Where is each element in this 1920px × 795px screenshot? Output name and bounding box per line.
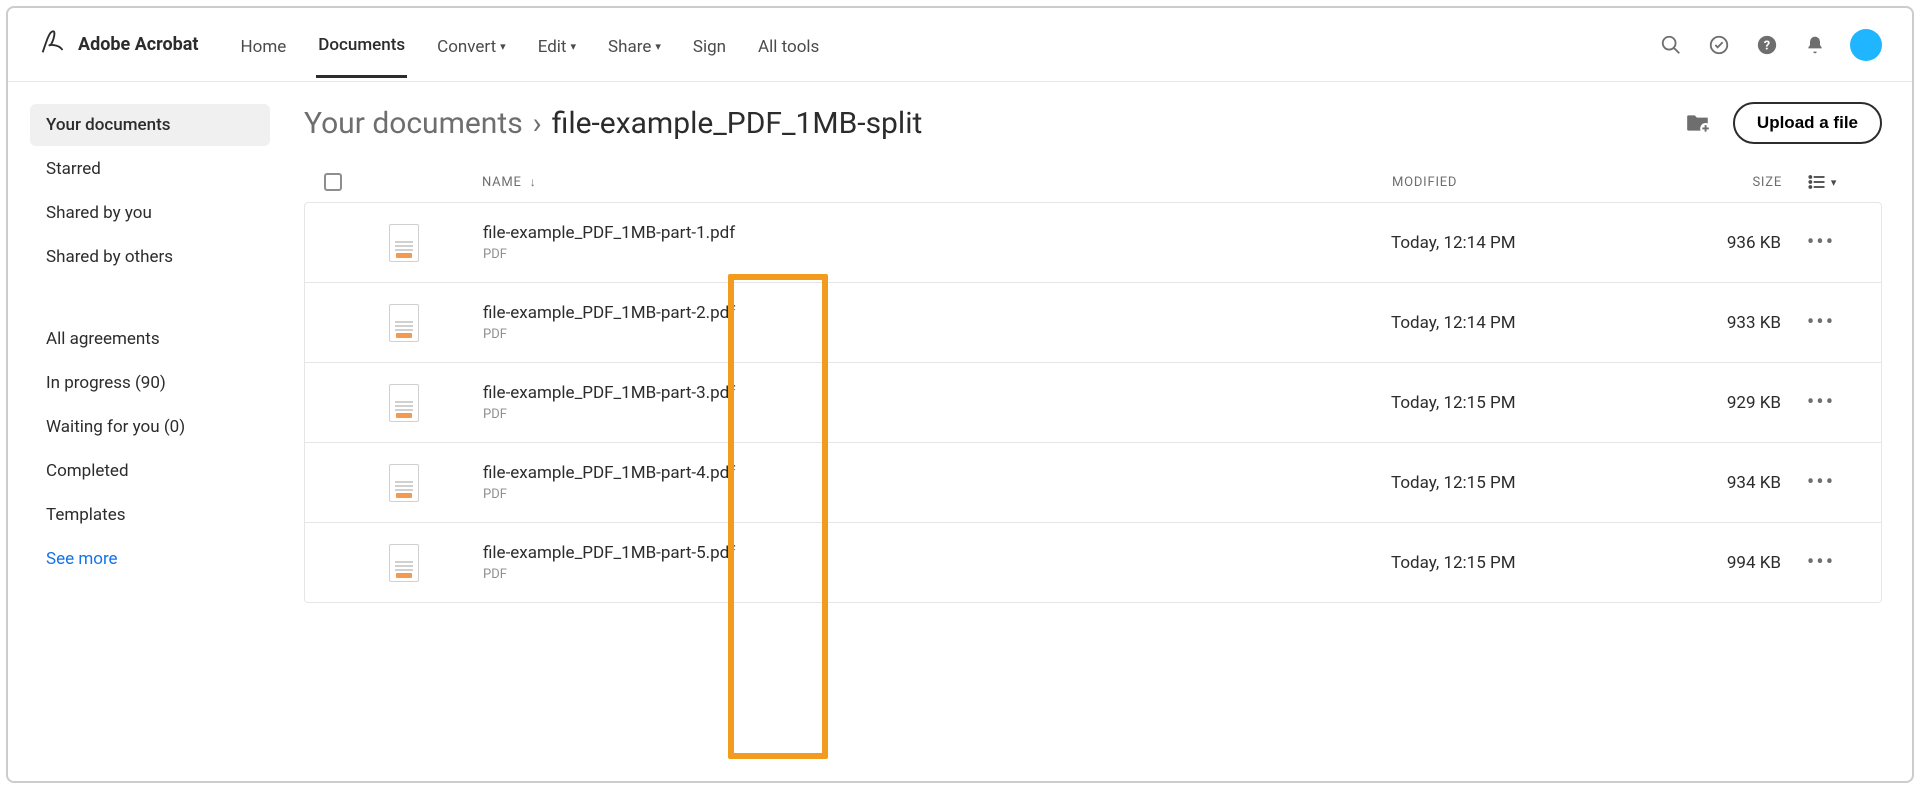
- file-modified: Today, 12:15 PM: [1391, 553, 1651, 573]
- file-row[interactable]: file-example_PDF_1MB-part-1.pdf PDF Toda…: [305, 203, 1881, 283]
- sidebar-item-completed[interactable]: Completed: [30, 450, 270, 492]
- sidebar-item-shared-by-you[interactable]: Shared by you: [30, 192, 270, 234]
- file-modified: Today, 12:14 PM: [1391, 313, 1651, 333]
- nav-home[interactable]: Home: [239, 13, 289, 77]
- file-type: PDF: [483, 407, 735, 422]
- file-size: 934 KB: [1651, 473, 1781, 493]
- file-name: file-example_PDF_1MB-part-2.pdf: [483, 303, 735, 323]
- select-all-checkbox[interactable]: [324, 173, 342, 191]
- user-avatar[interactable]: [1850, 29, 1882, 61]
- nav-share[interactable]: Share ▾: [606, 13, 663, 77]
- view-toggle[interactable]: ▾: [1807, 172, 1837, 192]
- search-icon[interactable]: [1658, 32, 1684, 58]
- file-thumbnail-icon: [389, 384, 419, 422]
- file-thumbnail-icon: [389, 464, 419, 502]
- sidebar-item-templates[interactable]: Templates: [30, 494, 270, 536]
- acrobat-logo-icon: [38, 29, 66, 61]
- upload-button[interactable]: Upload a file: [1733, 102, 1882, 144]
- nav-edit[interactable]: Edit ▾: [536, 13, 578, 77]
- tasks-icon[interactable]: [1706, 32, 1732, 58]
- more-actions-icon[interactable]: •••: [1807, 310, 1835, 335]
- chevron-down-icon: ▾: [655, 40, 661, 53]
- sidebar: Your documents Starred Shared by you Sha…: [8, 82, 298, 781]
- breadcrumb-separator: ›: [533, 106, 542, 141]
- add-folder-icon[interactable]: [1685, 110, 1711, 136]
- file-modified: Today, 12:15 PM: [1391, 393, 1651, 413]
- topnav-right: ?: [1658, 29, 1882, 61]
- file-size: 933 KB: [1651, 313, 1781, 333]
- file-thumbnail-icon: [389, 224, 419, 262]
- sidebar-item-shared-by-others[interactable]: Shared by others: [30, 236, 270, 278]
- file-type: PDF: [483, 327, 735, 342]
- sidebar-see-more[interactable]: See more: [30, 538, 270, 580]
- file-list: file-example_PDF_1MB-part-1.pdf PDF Toda…: [304, 202, 1882, 603]
- notifications-icon[interactable]: [1802, 32, 1828, 58]
- sidebar-item-all-agreements[interactable]: All agreements: [30, 318, 270, 360]
- nav-convert[interactable]: Convert ▾: [435, 13, 508, 77]
- nav-share-label: Share: [608, 37, 651, 57]
- file-thumbnail-icon: [389, 544, 419, 582]
- chevron-down-icon: ▾: [1831, 176, 1837, 189]
- file-type: PDF: [483, 247, 735, 262]
- nav-items: Home Documents Convert ▾ Edit ▾ Share ▾ …: [239, 11, 822, 78]
- list-header: NAME ↓ MODIFIED SIZE ▾: [304, 162, 1882, 202]
- file-name: file-example_PDF_1MB-part-4.pdf: [483, 463, 735, 483]
- more-actions-icon[interactable]: •••: [1807, 230, 1835, 255]
- chevron-down-icon: ▾: [500, 40, 506, 53]
- file-size: 994 KB: [1651, 553, 1781, 573]
- top-nav: Adobe Acrobat Home Documents Convert ▾ E…: [8, 8, 1912, 82]
- file-thumbnail-icon: [389, 304, 419, 342]
- file-modified: Today, 12:15 PM: [1391, 473, 1651, 493]
- breadcrumb: Your documents › file-example_PDF_1MB-sp…: [304, 106, 922, 141]
- sort-arrow-down-icon: ↓: [530, 175, 537, 189]
- file-row[interactable]: file-example_PDF_1MB-part-4.pdf PDF Toda…: [305, 443, 1881, 523]
- file-type: PDF: [483, 487, 735, 502]
- file-type: PDF: [483, 567, 735, 582]
- sidebar-item-in-progress[interactable]: In progress (90): [30, 362, 270, 404]
- more-actions-icon[interactable]: •••: [1807, 390, 1835, 415]
- nav-documents[interactable]: Documents: [316, 11, 407, 78]
- breadcrumb-root[interactable]: Your documents: [304, 106, 523, 141]
- brand-title: Adobe Acrobat: [78, 34, 199, 55]
- nav-convert-label: Convert: [437, 37, 496, 57]
- file-row[interactable]: file-example_PDF_1MB-part-3.pdf PDF Toda…: [305, 363, 1881, 443]
- nav-all-tools[interactable]: All tools: [756, 13, 821, 77]
- file-modified: Today, 12:14 PM: [1391, 233, 1651, 253]
- chevron-down-icon: ▾: [570, 40, 576, 53]
- sidebar-item-waiting-for-you[interactable]: Waiting for you (0): [30, 406, 270, 448]
- file-name: file-example_PDF_1MB-part-3.pdf: [483, 383, 735, 403]
- header-actions: Upload a file: [1685, 102, 1882, 144]
- column-name-label: NAME: [482, 175, 522, 190]
- file-name: file-example_PDF_1MB-part-1.pdf: [483, 223, 735, 243]
- content-header: Your documents › file-example_PDF_1MB-sp…: [304, 102, 1882, 144]
- column-modified[interactable]: MODIFIED: [1392, 175, 1652, 190]
- file-row[interactable]: file-example_PDF_1MB-part-2.pdf PDF Toda…: [305, 283, 1881, 363]
- file-size: 936 KB: [1651, 233, 1781, 253]
- column-name[interactable]: NAME ↓: [482, 175, 1392, 190]
- file-name: file-example_PDF_1MB-part-5.pdf: [483, 543, 735, 563]
- sidebar-item-your-documents[interactable]: Your documents: [30, 104, 270, 146]
- more-actions-icon[interactable]: •••: [1807, 470, 1835, 495]
- file-row[interactable]: file-example_PDF_1MB-part-5.pdf PDF Toda…: [305, 523, 1881, 602]
- file-size: 929 KB: [1651, 393, 1781, 413]
- brand: Adobe Acrobat: [38, 29, 199, 61]
- help-icon[interactable]: ?: [1754, 32, 1780, 58]
- svg-text:?: ?: [1764, 38, 1770, 53]
- content: Your documents › file-example_PDF_1MB-sp…: [298, 82, 1912, 781]
- more-actions-icon[interactable]: •••: [1807, 550, 1835, 575]
- nav-sign[interactable]: Sign: [691, 13, 728, 77]
- nav-edit-label: Edit: [538, 37, 567, 57]
- breadcrumb-current: file-example_PDF_1MB-split: [552, 106, 923, 141]
- sidebar-item-starred[interactable]: Starred: [30, 148, 270, 190]
- column-size[interactable]: SIZE: [1652, 175, 1782, 190]
